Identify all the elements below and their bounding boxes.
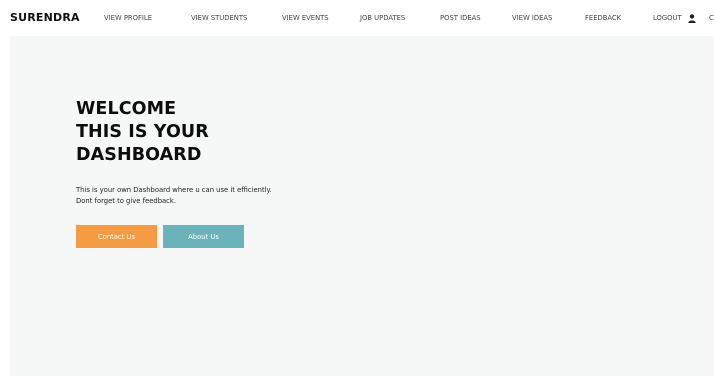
edge-glyph: C <box>709 14 714 22</box>
top-navbar: SURENDRA VIEW PROFILE VIEW STUDENTS VIEW… <box>0 0 714 36</box>
contact-us-button[interactable]: Contact Us <box>76 225 157 248</box>
nav-feedback[interactable]: FEEDBACK <box>585 14 621 22</box>
description-line: This is your own Dashboard where u can u… <box>76 186 272 194</box>
about-us-button[interactable]: About Us <box>163 225 244 248</box>
nav-view-events[interactable]: VIEW EVENTS <box>282 14 329 22</box>
nav-view-profile[interactable]: VIEW PROFILE <box>104 14 152 22</box>
nav-view-students[interactable]: VIEW STUDENTS <box>191 14 247 22</box>
welcome-heading-line: DASHBOARD <box>76 145 202 165</box>
nav-post-ideas[interactable]: POST IDEAS <box>440 14 481 22</box>
welcome-heading-line: WELCOME <box>76 99 177 119</box>
description-line: Dont forget to give feedback. <box>76 197 177 205</box>
nav-view-ideas[interactable]: VIEW IDEAS <box>512 14 552 22</box>
nav-logout[interactable]: LOGOUT <box>653 14 682 22</box>
welcome-heading: WELCOME THIS IS YOUR DASHBOARD <box>76 98 209 167</box>
dashboard-description: This is your own Dashboard where u can u… <box>76 185 272 207</box>
nav-job-updates[interactable]: JOB UPDATES <box>360 14 405 22</box>
user-icon[interactable] <box>688 14 696 23</box>
main-nav: VIEW PROFILE VIEW STUDENTS VIEW EVENTS J… <box>0 14 714 26</box>
welcome-heading-line: THIS IS YOUR <box>76 122 209 142</box>
